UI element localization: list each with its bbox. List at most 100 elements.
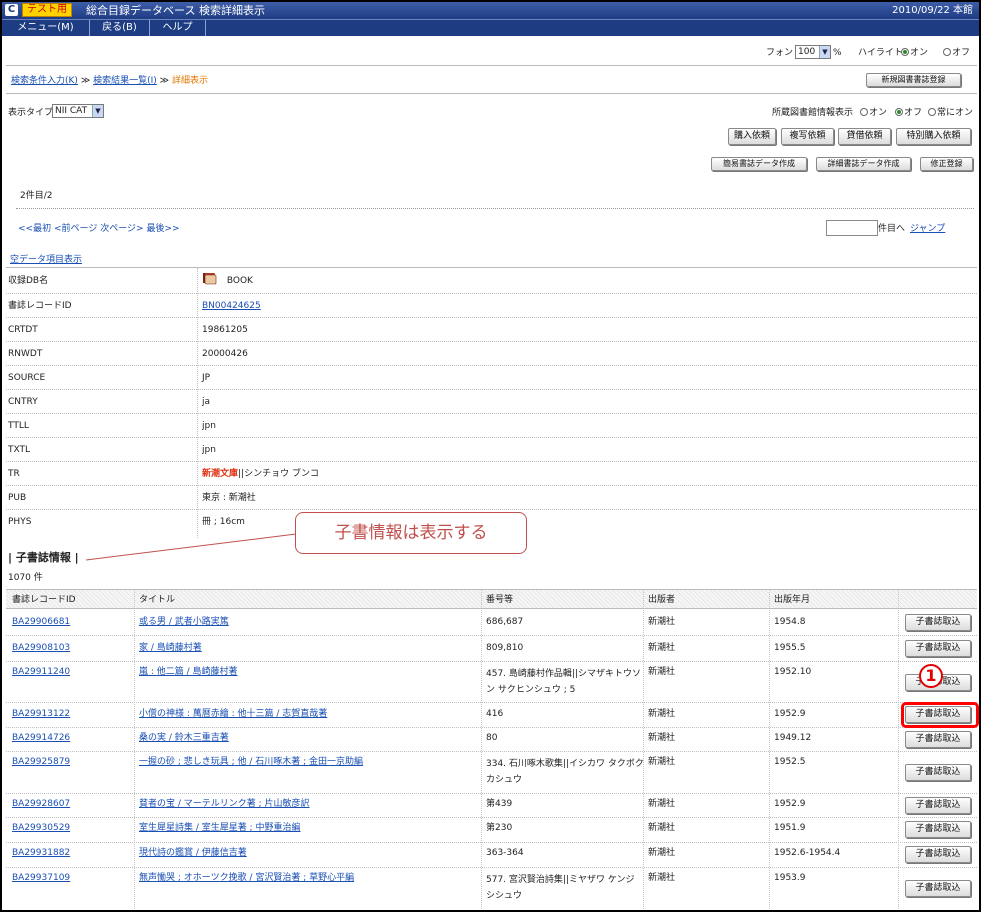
child-id-link[interactable]: BA29930529 xyxy=(12,822,70,835)
new-bib-register-button[interactable]: 新規図書書誌登録 xyxy=(866,73,961,87)
simple-bib-create-button[interactable]: 簡易書誌データ作成 xyxy=(711,157,807,171)
child-id-link[interactable]: BA29937109 xyxy=(12,872,70,885)
import-child-button[interactable]: 子書誌取込 xyxy=(905,797,971,814)
import-child-button[interactable]: 子書誌取込 xyxy=(905,846,971,863)
child-id-link[interactable]: BA29925879 xyxy=(12,756,70,769)
bib-record-id-link[interactable]: BN00424625 xyxy=(202,294,261,318)
child-id-link[interactable]: BA29906681 xyxy=(12,616,70,629)
table-row: BA29913122 小僧の神様 : 萬暦赤繪 : 他十三篇 / 志賀直哉著 4… xyxy=(6,703,977,728)
child-id-link[interactable]: BA29928607 xyxy=(12,798,70,811)
column-header: 番号等 xyxy=(486,595,514,605)
child-publisher: 新潮社 xyxy=(648,757,676,767)
child-id-link[interactable]: BA29911240 xyxy=(12,666,70,679)
child-number: 686,687 xyxy=(486,617,524,627)
column-header: 出版年月 xyxy=(774,595,811,605)
purchase-request-button[interactable]: 購入依頼 xyxy=(728,128,776,145)
detail-row: TXTL jpn xyxy=(6,438,977,462)
child-title-link[interactable]: 小僧の神様 : 萬暦赤繪 : 他十三篇 / 志賀直哉著 xyxy=(139,708,327,721)
detail-key: PHYS xyxy=(8,517,32,527)
pager-prev-link[interactable]: <前ページ xyxy=(54,224,97,234)
detail-value: 新潮文庫||シンチョウ ブンコ xyxy=(202,469,319,479)
radio-on-icon xyxy=(901,48,909,56)
child-title-link[interactable]: 桑の実 / 鈴木三重吉著 xyxy=(139,732,229,745)
child-title-link[interactable]: 現代詩の鑑賞 / 伊藤信吉著 xyxy=(139,847,247,860)
child-year: 1952.6-1954.4 xyxy=(774,848,841,858)
table-row: BA29930529 室生犀星詩集 / 室生犀星著 ; 中野重治編 第230 新… xyxy=(6,818,977,843)
detail-value: BOOK xyxy=(202,268,253,294)
window-frame: C テスト用 総合目録データベース 検索詳細表示 2010/09/22 本館 メ… xyxy=(0,0,981,912)
jump-suffix-label: 件目へ xyxy=(878,224,906,234)
copy-request-button[interactable]: 複写依頼 xyxy=(781,128,834,145)
jump-link[interactable]: ジャンプ xyxy=(910,222,945,236)
child-publisher: 新潮社 xyxy=(648,733,676,743)
modify-register-button[interactable]: 修正登録 xyxy=(920,157,973,171)
child-year: 1949.12 xyxy=(774,733,812,743)
import-child-button[interactable]: 子書誌取込 xyxy=(905,614,971,631)
detail-key: TTLL xyxy=(8,421,29,431)
table-row: BA29908103 家 / 島崎藤村著 809,810 新潮社 1955.5 … xyxy=(6,636,977,662)
jump-number-input[interactable] xyxy=(826,220,878,236)
breadcrumb-result-list[interactable]: 検索結果一覧(I) xyxy=(93,76,157,86)
menu-item-help[interactable]: ヘルプ xyxy=(150,20,206,36)
child-title-link[interactable]: 一握の砂 ; 悲しき玩具 ; 他 / 石川啄木著 ; 金田一京助編 xyxy=(139,756,363,769)
table-row: BA29911240 嵐 : 他二篇 / 島崎藤村著 457. 島崎藤村作品輯|… xyxy=(6,662,977,703)
record-position: 2件目/2 xyxy=(20,191,53,201)
child-id-link[interactable]: BA29913122 xyxy=(12,708,70,721)
child-title-link[interactable]: 無声慟哭 ; オホーツク挽歌 / 宮沢賢治著 ; 草野心平編 xyxy=(139,872,354,885)
detail-value: jpn xyxy=(202,445,216,455)
child-year: 1954.8 xyxy=(774,617,806,627)
font-size-select[interactable]: 100 ▼ xyxy=(795,45,831,59)
detail-bib-create-button[interactable]: 詳細書誌データ作成 xyxy=(816,157,911,171)
import-child-button[interactable]: 子書誌取込 xyxy=(905,880,971,897)
child-id-link[interactable]: BA29908103 xyxy=(12,642,70,655)
child-id-link[interactable]: BA29931882 xyxy=(12,847,70,860)
menu-item-back[interactable]: 戻る(B) xyxy=(90,20,150,36)
child-year: 1952.5 xyxy=(774,757,806,767)
import-child-button[interactable]: 子書誌取込 xyxy=(905,731,971,748)
holding-off-radio[interactable]: オフ xyxy=(895,106,922,120)
table-row: BA29937109 無声慟哭 ; オホーツク挽歌 / 宮沢賢治著 ; 草野心平… xyxy=(6,868,977,909)
pager-first-link[interactable]: <<最初 xyxy=(18,224,51,234)
child-number: 809,810 xyxy=(486,643,524,653)
column-header: 出版者 xyxy=(648,595,676,605)
loan-request-button[interactable]: 貸借依頼 xyxy=(838,128,891,145)
show-empty-fields-link[interactable]: 空データ項目表示 xyxy=(10,253,82,267)
child-year: 1951.9 xyxy=(774,823,806,833)
highlight-off-radio[interactable]: オフ xyxy=(943,46,970,60)
detail-value: jpn xyxy=(202,421,216,431)
child-number: 457. 島崎藤村作品輯||シマザキトウソン サクヒンシュウ ; 5 xyxy=(486,669,641,695)
detail-row: TTLL jpn xyxy=(6,414,977,438)
import-child-button[interactable]: 子書誌取込 xyxy=(905,821,971,838)
child-title-link[interactable]: 嵐 : 他二篇 / 島崎藤村著 xyxy=(139,666,238,679)
child-number: 577. 宮沢賢治詩集||ミヤザワ ケンジ シシュウ xyxy=(486,875,635,901)
highlight-on-radio[interactable]: オン xyxy=(901,46,928,60)
divider xyxy=(6,93,977,94)
child-title-link[interactable]: 家 / 島崎藤村著 xyxy=(139,642,202,655)
detail-key: 収録DB名 xyxy=(8,276,49,286)
child-publisher: 新潮社 xyxy=(648,617,676,627)
display-type-value: NII CAT xyxy=(55,106,88,116)
holding-on-radio[interactable]: オン xyxy=(860,106,887,120)
special-purchase-button[interactable]: 特別購入依頼 xyxy=(896,128,971,145)
date-library: 2010/09/22 本館 xyxy=(892,5,973,16)
display-type-select[interactable]: NII CAT ▼ xyxy=(52,104,104,118)
detail-key: PUB xyxy=(8,493,27,503)
menu-item-menu[interactable]: メニュー(M) xyxy=(2,20,90,36)
app-title: 総合目録データベース 検索詳細表示 xyxy=(86,4,265,17)
child-id-link[interactable]: BA29914726 xyxy=(12,732,70,745)
pager-next-link[interactable]: 次ページ> xyxy=(100,224,143,234)
holding-always-radio[interactable]: 常にオン xyxy=(928,106,973,120)
table-row: BA29931882 現代詩の鑑賞 / 伊藤信吉著 363-364 新潮社 19… xyxy=(6,843,977,868)
child-title-link[interactable]: 貧者の宝 / マーテルリンク著 ; 片山敏彦訳 xyxy=(139,798,310,811)
import-child-button[interactable]: 子書誌取込 xyxy=(905,640,971,657)
child-year: 1952.10 xyxy=(774,667,812,677)
child-title-link[interactable]: 或る男 / 武者小路実篤 xyxy=(139,616,229,629)
detail-key: RNWDT xyxy=(8,349,43,359)
child-publisher: 新潮社 xyxy=(648,799,676,809)
child-title-link[interactable]: 室生犀星詩集 / 室生犀星著 ; 中野重治編 xyxy=(139,822,301,835)
detail-value: 20000426 xyxy=(202,349,248,359)
import-child-button[interactable]: 子書誌取込 xyxy=(905,764,971,781)
pager-last-link[interactable]: 最後>> xyxy=(146,224,179,234)
child-count: 1070 件 xyxy=(8,573,43,583)
breadcrumb-search-input[interactable]: 検索条件入力(K) xyxy=(11,76,78,86)
